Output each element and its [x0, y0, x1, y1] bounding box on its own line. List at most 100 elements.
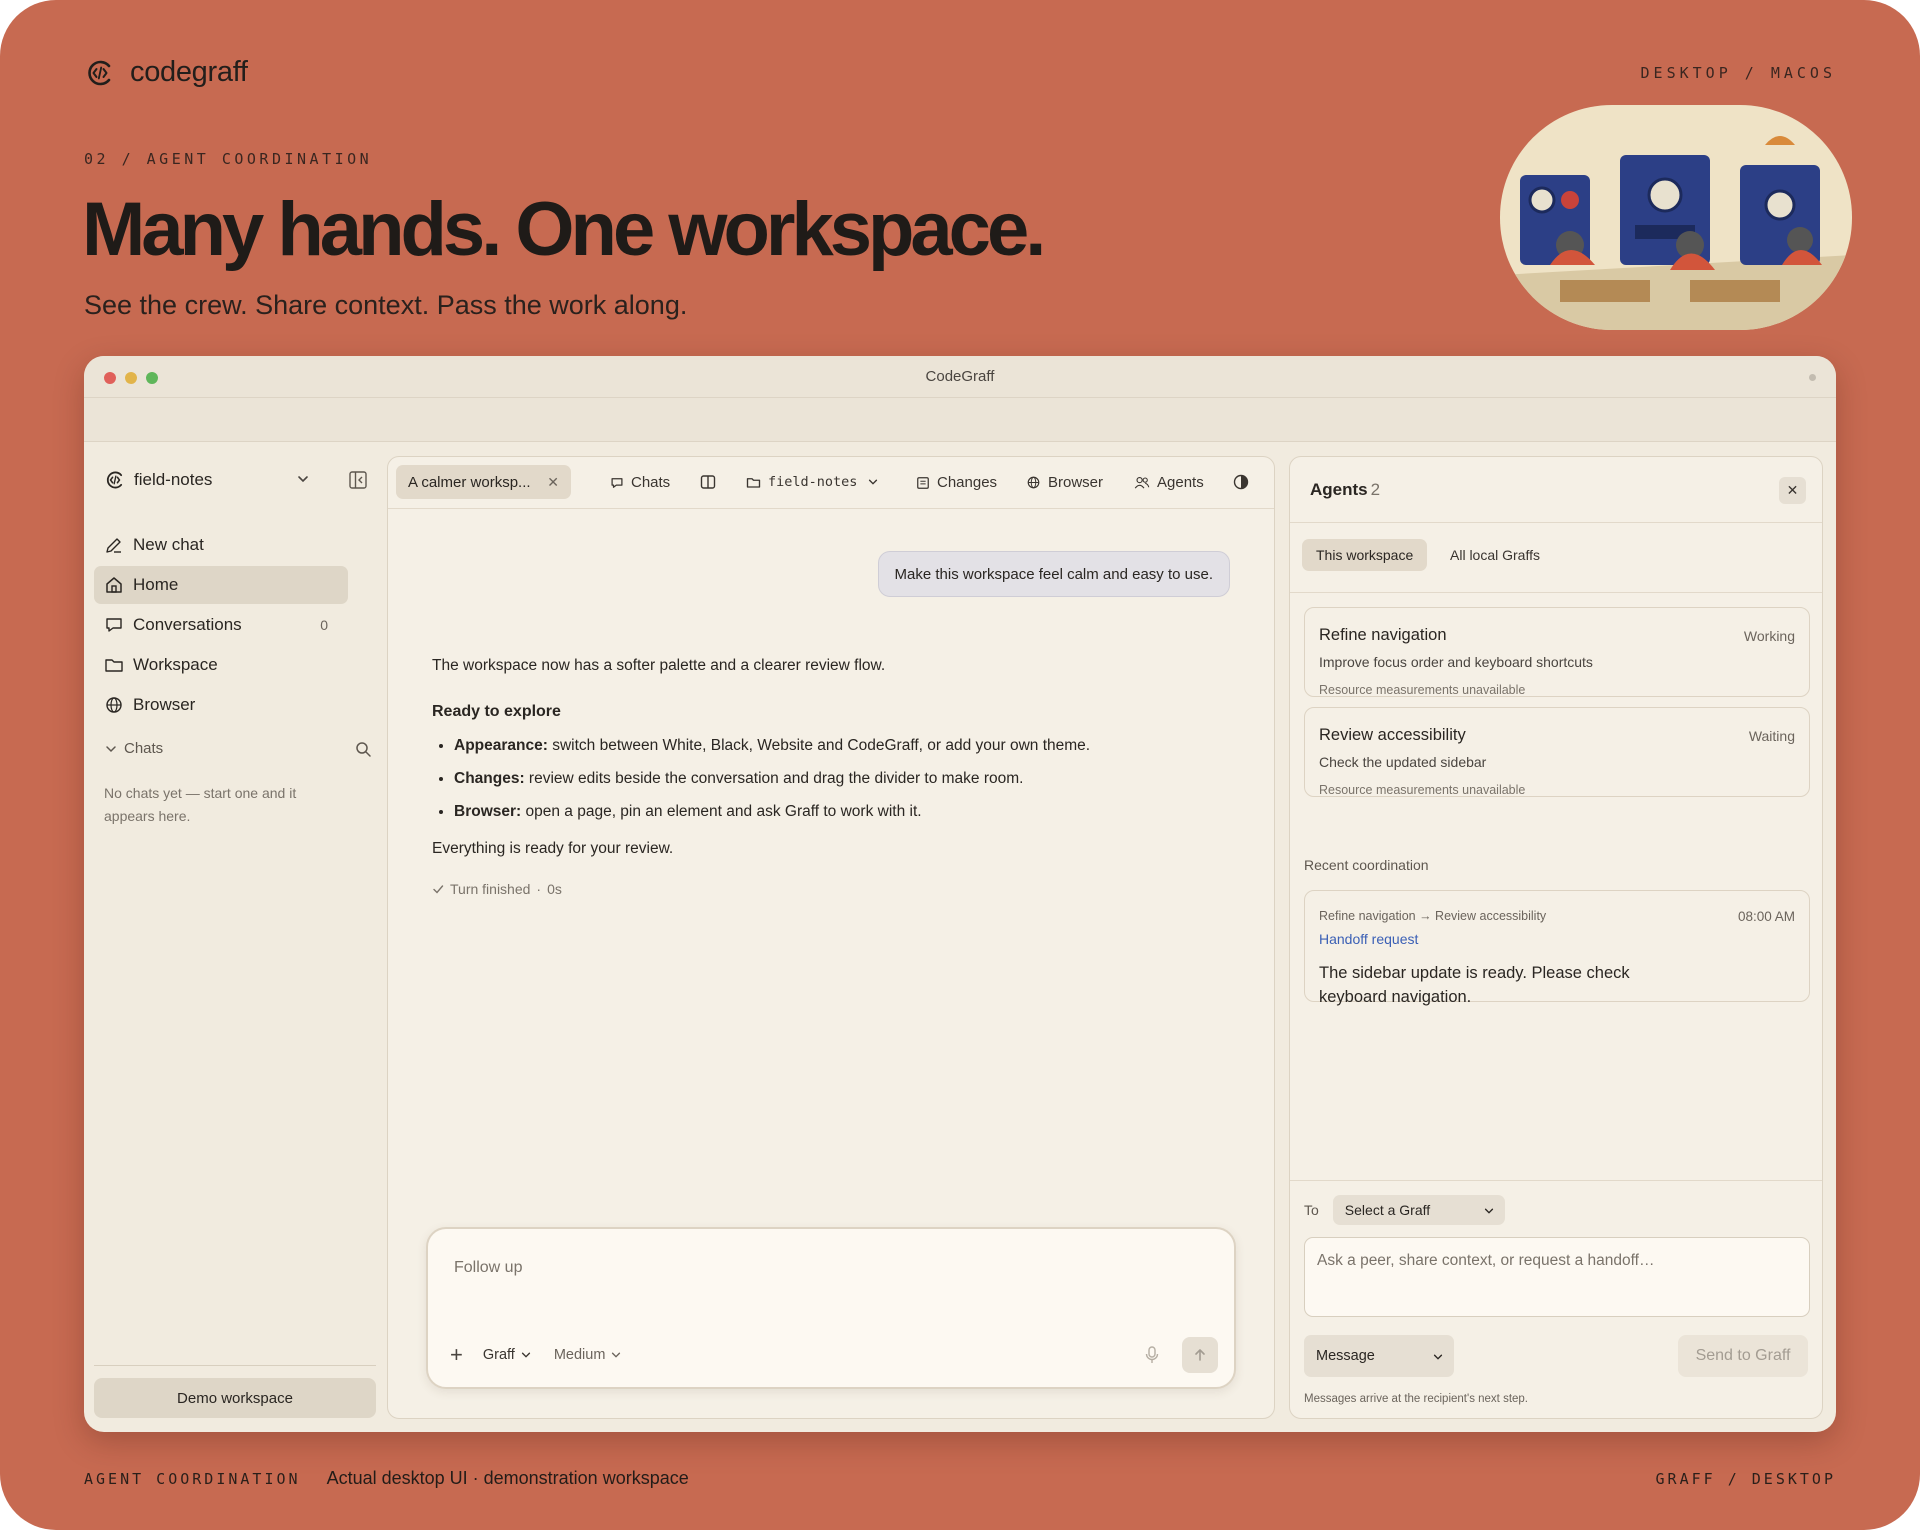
- message-type-value: Message: [1316, 1348, 1375, 1364]
- microphone-icon[interactable]: [1144, 1345, 1160, 1365]
- sidebar-item-label: Browser: [133, 695, 196, 714]
- home-icon: [106, 577, 122, 593]
- sidebar-item-label: Home: [133, 575, 179, 594]
- search-icon[interactable]: [354, 740, 372, 758]
- tab-label: A calmer worksp...: [408, 473, 531, 491]
- workspace-switcher[interactable]: field-notes: [104, 464, 374, 496]
- window-title: CodeGraff: [925, 368, 995, 385]
- list-item-term: Appearance:: [454, 737, 548, 754]
- subheadline: See the crew. Share context. Pass the wo…: [84, 290, 688, 320]
- chevron-down-icon: [1433, 1354, 1443, 1360]
- chat-bubble-icon: [611, 477, 623, 488]
- message-type-select[interactable]: Message: [1304, 1335, 1454, 1377]
- arrow-up-icon: [1195, 1349, 1205, 1361]
- sidebar-item-home[interactable]: Home: [94, 566, 348, 604]
- send-to-graff-button[interactable]: Send to Graff: [1678, 1335, 1808, 1377]
- peer-message-input[interactable]: Ask a peer, share context, or request a …: [1304, 1237, 1810, 1317]
- globe-icon: [106, 697, 122, 713]
- contrast-icon: [1233, 474, 1249, 490]
- chevron-down-icon: [521, 1352, 530, 1358]
- chat-bubble-icon: [106, 618, 122, 632]
- peer-message-composer: To Select a Graff Ask a peer, share cont…: [1290, 1180, 1822, 1418]
- browser-toolbar-label: Browser: [1048, 474, 1104, 491]
- to-label: To: [1304, 1202, 1319, 1218]
- sidebar-item-label: New chat: [133, 535, 204, 554]
- agents-panel: Agents 2 ✕ This workspace All local Graff…: [1289, 456, 1823, 1419]
- tab-this-workspace[interactable]: This workspace: [1302, 539, 1428, 571]
- agents-toolbar-label: Agents: [1157, 474, 1204, 491]
- folder-icon: [105, 659, 123, 672]
- page-frame: codegraff DESKTOP / MACOS 02 / AGENT COO…: [0, 0, 1920, 1530]
- section-eyebrow: 02 / AGENT COORDINATION: [84, 150, 373, 168]
- sidebar-item-label: Conversations: [133, 615, 242, 634]
- browser-toolbar-button[interactable]: Browser: [1026, 474, 1103, 491]
- empty-chats-note: No chats yet — start one and it appears …: [104, 785, 297, 824]
- checkmark-icon: [433, 885, 444, 894]
- coordination-entry[interactable]: Refine navigation → Review accessibility…: [1304, 890, 1810, 1006]
- send-button[interactable]: [1182, 1337, 1218, 1373]
- agent-meta: Resource measurements unavailable: [1319, 683, 1526, 697]
- recent-coordination-label: Recent coordination: [1304, 857, 1429, 873]
- list-item-term: Changes:: [454, 770, 525, 787]
- changes-icon: [917, 476, 929, 489]
- recipient-row: To Select a Graff: [1304, 1195, 1505, 1225]
- close-panel-button[interactable]: ✕: [1779, 477, 1806, 504]
- agents-toolbar-button[interactable]: Agents: [1134, 474, 1204, 491]
- agents-title-label: Agents: [1310, 480, 1368, 499]
- chevron-down-icon[interactable]: [296, 472, 310, 486]
- agents-count: 2: [1370, 480, 1381, 499]
- headline: Many hands. One workspace.: [82, 187, 1046, 272]
- workspace-name: field-notes: [134, 470, 213, 489]
- follow-up-input[interactable]: Follow up: [454, 1259, 522, 1277]
- footer-label: AGENT COORDINATION: [84, 1469, 301, 1488]
- sidebar-nav: New chat Home Conversations 0 Workspace …: [94, 526, 348, 726]
- tab-all-local-graffs[interactable]: All local Graffs: [1436, 539, 1554, 571]
- handoff-request-link[interactable]: Handoff request: [1319, 931, 1418, 947]
- agent-title: Refine navigation: [1319, 626, 1447, 644]
- collapse-sidebar-icon[interactable]: [348, 470, 368, 490]
- agent-meta: Resource measurements unavailable: [1319, 783, 1526, 797]
- sidebar-item-workspace[interactable]: Workspace: [94, 646, 348, 684]
- list-item: Appearance: switch between White, Black,…: [454, 729, 1212, 762]
- agent-card[interactable]: Refine navigation Working Improve focus …: [1304, 607, 1810, 697]
- close-tab-icon[interactable]: ✕: [547, 474, 559, 491]
- chats-section-label: Chats: [124, 740, 164, 757]
- recipient-select[interactable]: Select a Graff: [1332, 1195, 1505, 1225]
- follow-up-composer[interactable]: Follow up + Graff Medium: [426, 1227, 1236, 1389]
- agent-status: Working: [1743, 628, 1795, 644]
- changes-toolbar-label: Changes: [937, 474, 998, 491]
- model-selector-label: Graff: [482, 1347, 515, 1363]
- coordination-message: The sidebar update is ready. Please chec…: [1319, 964, 1630, 1006]
- theme-toggle[interactable]: [1233, 474, 1256, 490]
- demo-workspace-button[interactable]: Demo workspace: [94, 1378, 376, 1418]
- pencil-icon: [106, 538, 121, 553]
- changes-toolbar-button[interactable]: Changes: [916, 474, 997, 491]
- chevron-down-icon: [612, 1352, 621, 1358]
- chevron-down-icon: [106, 745, 116, 752]
- effort-selector[interactable]: Medium: [554, 1347, 623, 1363]
- agent-card[interactable]: Review accessibility Waiting Check the u…: [1304, 707, 1810, 797]
- model-selector[interactable]: Graff: [483, 1347, 532, 1363]
- folder-selector[interactable]: field-notes: [746, 474, 886, 490]
- folder-selector-label: field-notes: [768, 474, 858, 490]
- list-item: Browser: open a page, pin an element and…: [454, 795, 1212, 828]
- split-view-icon: [700, 475, 716, 489]
- footer-left: AGENT COORDINATION Actual desktop UI · d…: [84, 1468, 689, 1489]
- list-item-text: switch between White, Black, Website and…: [547, 737, 1091, 754]
- folder-icon: [746, 477, 761, 488]
- split-view-button[interactable]: [700, 474, 723, 490]
- people-icon: [1134, 476, 1150, 489]
- tab-chat[interactable]: A calmer worksp... ✕: [396, 465, 571, 499]
- add-attachment-button[interactable]: +: [450, 1342, 463, 1368]
- sidebar-item-browser[interactable]: Browser: [94, 686, 348, 724]
- agent-status: Waiting: [1748, 728, 1795, 744]
- list-item: Changes: review edits beside the convers…: [454, 762, 1212, 795]
- sidebar: field-notes New chat Home Conversations …: [84, 442, 384, 1432]
- brand[interactable]: codegraff: [84, 56, 248, 89]
- sidebar-item-new-chat[interactable]: New chat: [94, 526, 348, 564]
- chats-section-header[interactable]: Chats: [104, 740, 382, 757]
- chats-toolbar-button[interactable]: Chats: [610, 474, 670, 491]
- app-window: CodeGraff field-notes New chat Home Conv…: [84, 356, 1836, 1432]
- coordination-route: Refine navigation → Review accessibility: [1319, 909, 1547, 923]
- sidebar-item-conversations[interactable]: Conversations 0: [94, 606, 348, 644]
